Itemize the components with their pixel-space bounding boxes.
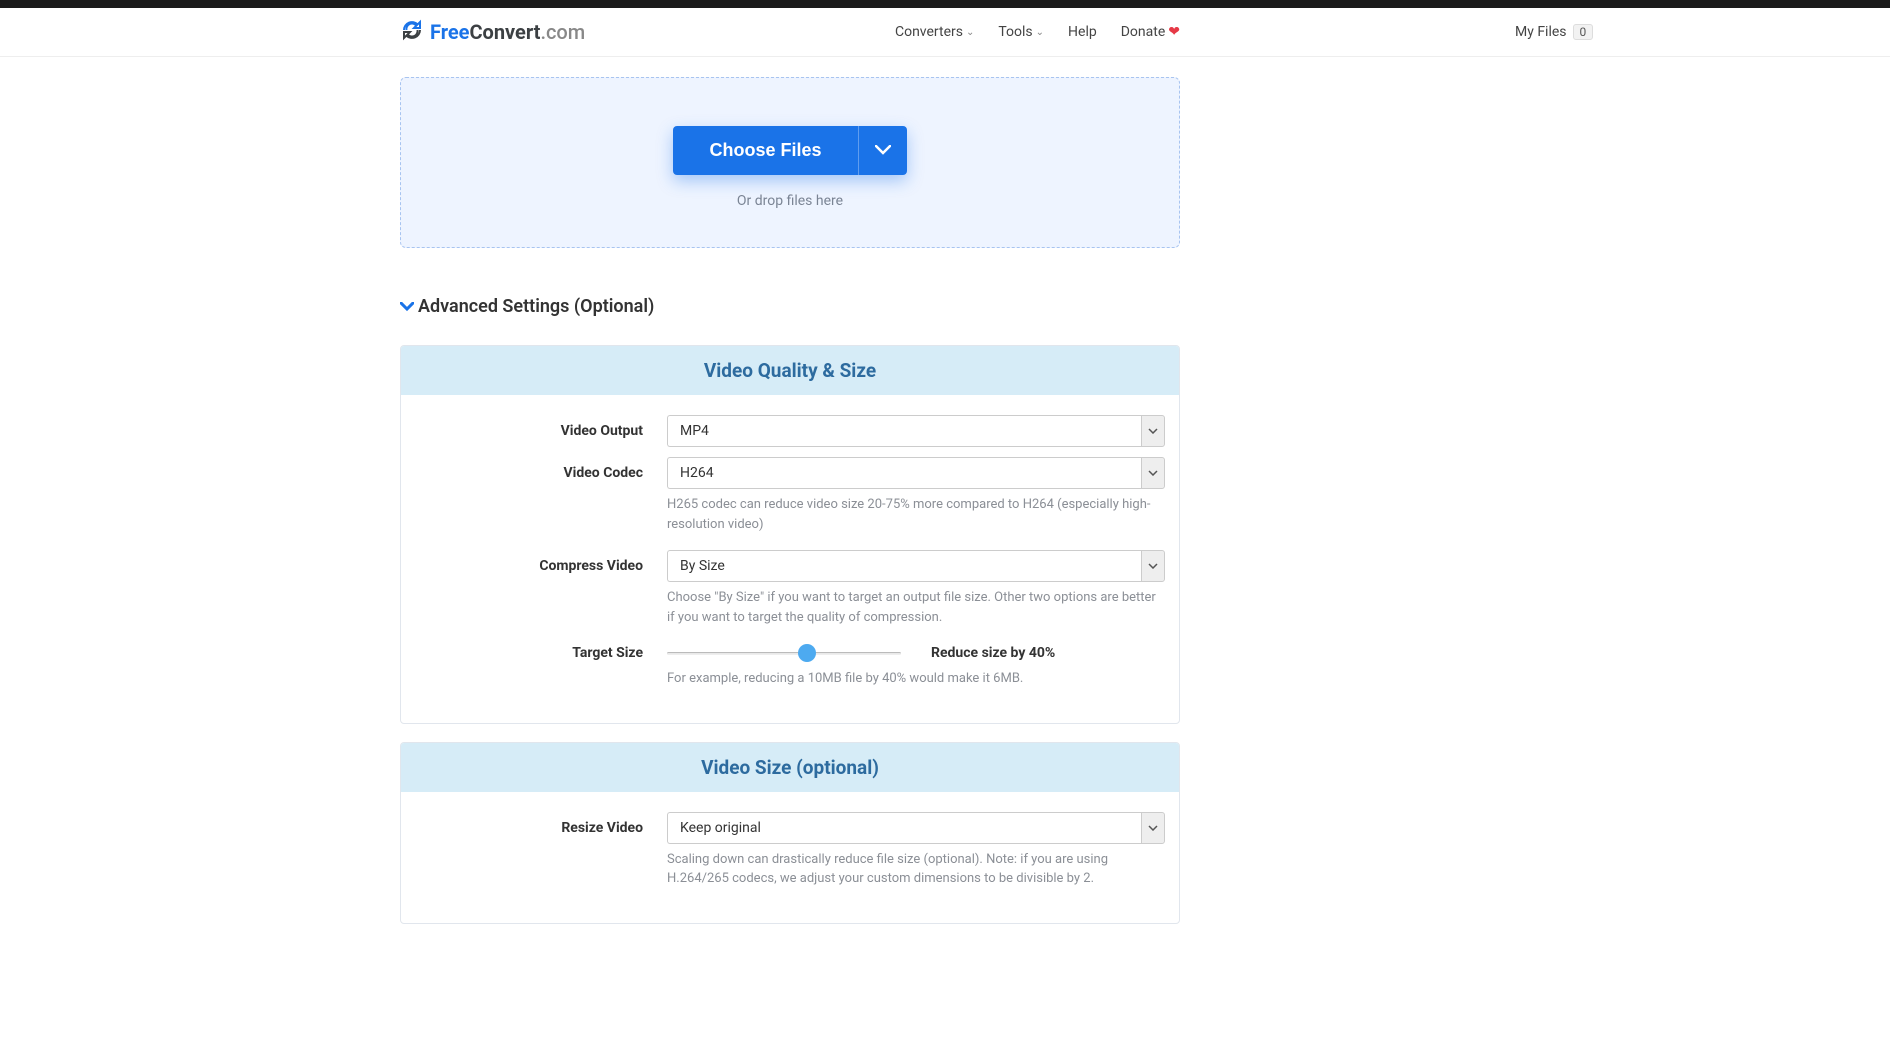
nav-tools[interactable]: Tools ⌄ [998,24,1044,40]
logo-text: FreeConvert.com [430,20,585,44]
field-video-output: Video Output MP4 [415,415,1165,447]
field-video-codec: Video Codec H264 H265 codec can reduce v… [415,457,1165,534]
chevron-down-icon [1141,812,1165,844]
chevron-down-icon: ⌄ [966,27,974,38]
logo[interactable]: FreeConvert.com [400,18,585,46]
compress-video-value: By Size [667,550,1141,582]
target-size-label: Target Size [415,643,667,661]
video-size-panel: Video Size (optional) Resize Video Keep … [400,742,1180,924]
panel-title: Video Quality & Size [401,346,1179,395]
field-resize-video: Resize Video Keep original Scaling down … [415,812,1165,889]
target-size-help: For example, reducing a 10MB file by 40%… [667,669,1165,689]
video-output-value: MP4 [667,415,1141,447]
panel-title: Video Size (optional) [401,743,1179,792]
chevron-down-icon [1141,457,1165,489]
slider-thumb[interactable] [798,644,816,662]
chevron-down-icon: ⌄ [1036,27,1044,38]
chevron-down-icon [875,143,891,158]
target-size-slider[interactable] [667,643,901,663]
nav: Converters ⌄ Tools ⌄ Help Donate ❤ [895,24,1180,40]
header: FreeConvert.com Converters ⌄ Tools ⌄ Hel… [0,8,1890,57]
my-files-count: 0 [1573,24,1594,40]
header-inner: FreeConvert.com Converters ⌄ Tools ⌄ Hel… [400,18,1180,46]
nav-donate-label: Donate [1121,24,1166,40]
main: Choose Files Or drop files here Advanced… [400,77,1180,924]
nav-tools-label: Tools [998,24,1032,40]
panel-body: Resize Video Keep original Scaling down … [401,792,1179,923]
choose-files-group: Choose Files [673,126,906,175]
target-size-value: Reduce size by 40% [931,645,1055,661]
resize-video-label: Resize Video [415,812,667,836]
compress-video-select[interactable]: By Size [667,550,1165,582]
browser-chrome-bar [0,0,1890,8]
video-codec-select[interactable]: H264 [667,457,1165,489]
nav-converters-label: Converters [895,24,963,40]
refresh-icon [400,18,424,46]
choose-files-dropdown-button[interactable] [858,126,907,175]
video-output-label: Video Output [415,415,667,439]
chevron-down-icon [1141,415,1165,447]
resize-video-help: Scaling down can drastically reduce file… [667,850,1165,889]
field-compress-video: Compress Video By Size Choose "By Size" … [415,550,1165,627]
compress-video-help: Choose "By Size" if you want to target a… [667,588,1165,627]
my-files-link[interactable]: My Files 0 [1515,24,1593,40]
video-codec-help: H265 codec can reduce video size 20-75% … [667,495,1165,534]
my-files-label: My Files [1515,24,1567,40]
compress-video-label: Compress Video [415,550,667,574]
nav-converters[interactable]: Converters ⌄ [895,24,974,40]
chevron-down-icon [1141,550,1165,582]
advanced-settings-toggle[interactable]: Advanced Settings (Optional) [400,296,1180,317]
video-quality-panel: Video Quality & Size Video Output MP4 Vi… [400,345,1180,724]
field-target-size: Target Size Reduce size by 40% For examp… [415,643,1165,689]
panel-body: Video Output MP4 Video Codec H264 [401,395,1179,723]
video-output-select[interactable]: MP4 [667,415,1165,447]
nav-donate[interactable]: Donate ❤ [1121,24,1180,40]
drop-hint: Or drop files here [401,193,1179,209]
video-codec-value: H264 [667,457,1141,489]
heart-icon: ❤ [1168,24,1180,40]
nav-help-label: Help [1068,24,1097,40]
chevron-down-icon [400,297,414,316]
file-dropzone[interactable]: Choose Files Or drop files here [400,77,1180,248]
choose-files-button[interactable]: Choose Files [673,126,857,175]
nav-help[interactable]: Help [1068,24,1097,40]
video-codec-label: Video Codec [415,457,667,481]
resize-video-value: Keep original [667,812,1141,844]
advanced-settings-label: Advanced Settings (Optional) [418,296,654,317]
slider-track [667,652,901,655]
resize-video-select[interactable]: Keep original [667,812,1165,844]
